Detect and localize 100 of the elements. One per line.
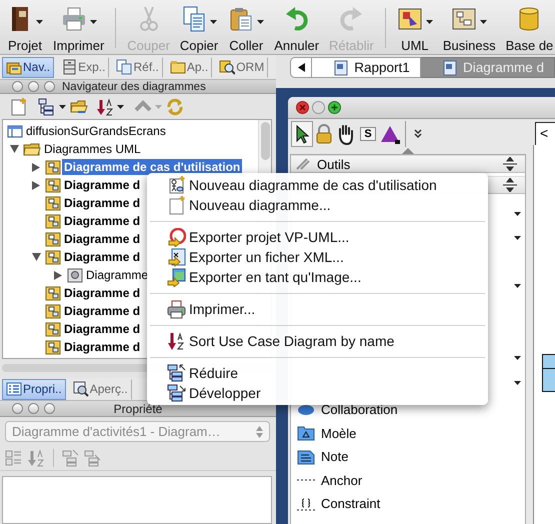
menu-item[interactable]: Développer <box>147 383 488 403</box>
panel-tab[interactable]: Réf.. <box>112 56 163 78</box>
categorized-button[interactable] <box>5 448 23 466</box>
caret-icon <box>59 104 66 108</box>
caret-icon <box>514 284 521 288</box>
window-button[interactable] <box>44 81 55 92</box>
panel-tab[interactable]: Aperç.. <box>68 378 132 400</box>
diagram-folder-icon <box>45 339 61 355</box>
window-button[interactable] <box>12 81 23 92</box>
panel-tab[interactable]: Ap.. <box>166 56 212 78</box>
tree-item[interactable]: Diagramme d <box>62 339 142 355</box>
tree-item[interactable]: Diagramme d <box>62 285 142 301</box>
sort-button[interactable] <box>96 98 114 116</box>
menu-item[interactable]: Nouveau diagramme... <box>147 195 488 215</box>
tree-item[interactable]: Diagramme d <box>62 303 142 319</box>
minimize-icon <box>312 101 325 114</box>
palette-header[interactable]: Outils <box>291 155 525 173</box>
cabinet-icon <box>61 59 78 75</box>
expand-button[interactable] <box>84 448 102 466</box>
disclosure-triangle-icon[interactable] <box>32 162 40 172</box>
toolbar-button[interactable]: Imprimer <box>48 4 110 54</box>
panel-tab[interactable]: Nav.. <box>2 56 54 78</box>
tool-button[interactable] <box>291 120 313 146</box>
disclosure-triangle-icon[interactable] <box>10 145 19 153</box>
toolbar-button[interactable]: Copier <box>174 4 224 54</box>
resize-handle-icon <box>503 157 517 171</box>
window-button[interactable] <box>44 403 55 414</box>
menu-item[interactable]: Réduire <box>147 363 488 383</box>
panel-tab[interactable]: ORM <box>215 56 268 78</box>
document-icon <box>442 60 457 76</box>
folder-icon <box>170 59 186 75</box>
caret-icon <box>155 104 162 108</box>
menu-item[interactable]: Sort Use Case Diagram by name <box>147 331 488 351</box>
disclosure-triangle-icon[interactable] <box>32 180 40 190</box>
window-button[interactable] <box>12 403 23 414</box>
palette-item[interactable]: Note <box>291 445 354 468</box>
document-tab[interactable]: Rapport1 <box>312 57 421 78</box>
export-image-icon <box>167 268 186 286</box>
caret-icon <box>514 212 521 216</box>
toolbar-button[interactable]: Coller <box>223 4 270 54</box>
panel-tab[interactable]: Exp.. <box>57 56 110 78</box>
documents-icon <box>116 59 132 75</box>
window-button[interactable] <box>28 81 39 92</box>
window-button[interactable] <box>28 403 39 414</box>
chevron-icon <box>414 128 422 138</box>
toolbar-button[interactable]: Business <box>438 4 501 54</box>
tree-item[interactable]: Diagrammes UML <box>42 141 143 157</box>
menu-item[interactable]: Imprimer... <box>147 299 488 319</box>
sort-icon <box>167 332 186 350</box>
tree-item[interactable]: diffusionSurGrandsEcrans <box>24 123 168 139</box>
collapse-button[interactable] <box>62 448 80 466</box>
tree-item[interactable]: Diagramme d <box>62 249 142 265</box>
more-tools-button[interactable] <box>414 128 422 138</box>
new-page-icon <box>167 196 186 214</box>
magnifier-icon <box>72 381 89 397</box>
caret-icon <box>514 236 521 240</box>
tree-item[interactable]: Diagramme d <box>62 231 142 247</box>
diagram-folder-icon <box>45 213 61 229</box>
menu-item[interactable]: Nouveau diagramme de cas d'utilisation <box>147 175 488 195</box>
tree-item[interactable]: Diagramme d <box>62 177 142 193</box>
tree-item[interactable]: Diagramme d <box>62 195 142 211</box>
caret-icon <box>514 381 521 385</box>
zoom-icon <box>328 101 341 114</box>
diagram-folder-icon <box>45 285 61 301</box>
redo-icon <box>338 6 364 32</box>
toolbar-button[interactable]: Base de <box>500 4 555 54</box>
note-icon <box>297 448 315 466</box>
tree-item[interactable]: Diagramme de cas d'utilisation <box>62 159 242 175</box>
panel-title: Propriété <box>112 402 164 416</box>
resize-handle-icon <box>503 178 517 192</box>
palette-item[interactable]: Moèle <box>291 422 362 445</box>
toolbar-button[interactable]: Annuler <box>269 4 324 54</box>
palette-item[interactable]: Anchor <box>291 468 368 492</box>
clipboard-icon <box>228 6 254 32</box>
diagram-folder-icon <box>45 231 61 247</box>
tree-item[interactable]: Diagramme d <box>62 213 142 229</box>
class-shape-drawing <box>542 354 555 392</box>
new-diagram-button[interactable] <box>10 98 28 116</box>
tool-button[interactable]: S <box>357 120 379 146</box>
diagram-folder-icon <box>45 177 61 193</box>
stick-figure-diagram-icon <box>167 176 186 194</box>
disclosure-triangle-icon[interactable] <box>54 270 62 280</box>
tree-layout-button[interactable] <box>38 98 56 116</box>
menu-item[interactable]: Exporter projet VP-UML... <box>147 227 488 247</box>
scroll-left-button[interactable] <box>290 57 312 78</box>
dotted-line-icon <box>297 478 315 482</box>
toolbar-button[interactable]: Projet <box>2 4 48 54</box>
panel-tab[interactable]: Propri.. <box>2 378 66 400</box>
close-icon <box>296 101 309 114</box>
diagram-folder-icon <box>45 303 61 319</box>
toolbar-button[interactable]: UML <box>392 4 438 54</box>
diagram-folder-icon <box>45 195 61 211</box>
flowchart-box-icon <box>451 6 478 32</box>
disclosure-triangle-icon[interactable] <box>32 253 41 261</box>
palette-item[interactable]: Constraint <box>291 492 386 516</box>
tree-item[interactable]: Diagramme d <box>62 321 142 337</box>
input-field[interactable]: < <box>535 122 555 146</box>
menu-item[interactable]: Exporter un ficher XML... <box>147 247 488 267</box>
folder-move-button[interactable] <box>70 98 90 116</box>
magnifier-icon <box>219 59 236 75</box>
